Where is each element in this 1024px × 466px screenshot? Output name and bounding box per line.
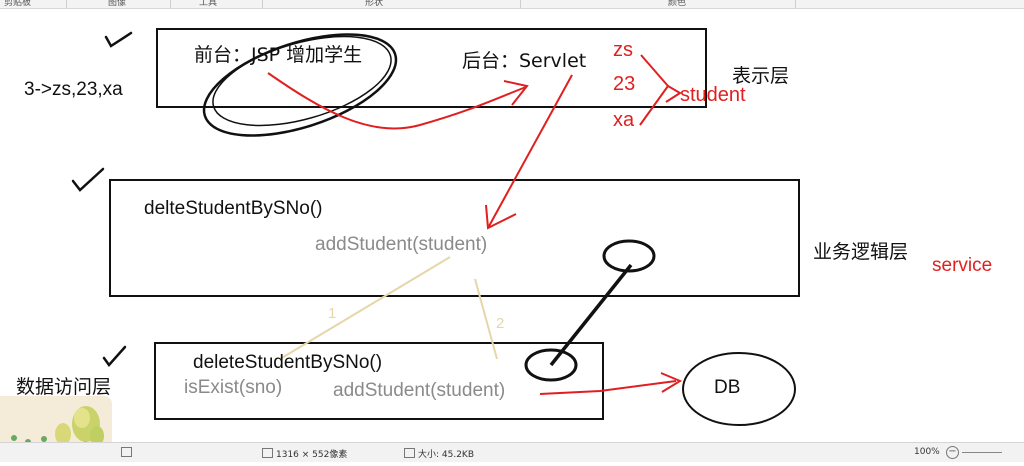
ribbon-group-tools[interactable]: 工具 (199, 0, 217, 8)
step-2-line (474, 278, 498, 360)
ribbon-separator (66, 0, 67, 8)
step-2-label: 2 (496, 315, 505, 332)
request-note: 3->zs,23,xa (24, 79, 123, 100)
ribbon-separator (520, 0, 521, 8)
file-size-text: 大小: 45.2KB (418, 450, 475, 460)
db-label: DB (714, 377, 741, 398)
dao-exist-method: isExist(sno) (184, 377, 283, 398)
params-brace (639, 54, 670, 126)
disk-icon (404, 448, 415, 458)
connector-line (549, 263, 633, 367)
ribbon-group-colors[interactable]: 颜色 (668, 0, 686, 8)
zoom-level: 100% (914, 447, 940, 457)
param-xa: xa (613, 109, 635, 131)
ribbon-group-image[interactable]: 图像 (108, 0, 126, 8)
status-bar: 1316 × 552像素 大小: 45.2KB 100% − (0, 442, 1024, 462)
backend-label: 后台：Servlet (462, 50, 587, 72)
ribbon-group-shapes[interactable]: 形状 (365, 0, 383, 8)
dao-layer-label: 数据访问层 (16, 376, 112, 398)
diagram-drawing (71, 28, 800, 426)
dimensions-icon (262, 448, 273, 458)
flow-arrow-jsp-servlet (267, 72, 527, 130)
ribbon-separator (262, 0, 263, 8)
service-layer-label: 业务逻辑层 (813, 241, 909, 263)
dao-delete-method: deleteStudentBySNo() (193, 352, 383, 373)
student-object-label: student (680, 84, 746, 106)
checkmark-icon (102, 345, 127, 368)
file-size: 大小: 45.2KB (404, 447, 474, 460)
ribbon-separator (170, 0, 171, 8)
image-dimensions: 1316 × 552像素 (262, 447, 347, 460)
arrowhead (503, 80, 529, 106)
frontend-label: 前台：JSP 增加学生 (194, 44, 363, 66)
ribbon-group-clipboard[interactable]: 剪贴板 (4, 0, 31, 8)
service-add-method: addStudent(student) (315, 234, 488, 255)
image-dimensions-text: 1316 × 552像素 (276, 450, 348, 460)
checkmark-icon (71, 167, 105, 192)
arrowhead (665, 85, 682, 103)
param-zs: zs (613, 39, 633, 61)
service-delete-method: delteStudentBySNo() (144, 198, 323, 219)
canvas-size-icon (121, 447, 135, 459)
ribbon-separator (795, 0, 796, 8)
zoom-out-button[interactable]: − (946, 446, 959, 459)
step-1-label: 1 (328, 305, 337, 322)
checkmark-icon (104, 31, 133, 48)
dao-add-method: addStudent(student) (333, 380, 506, 401)
zoom-slider[interactable] (962, 452, 1002, 453)
ribbon-toolbar: 剪贴板 图像 工具 形状 颜色 (0, 0, 1024, 9)
presentation-layer-label: 表示层 (732, 65, 790, 87)
service-english-label: service (932, 255, 993, 276)
param-23: 23 (613, 73, 636, 95)
paint-canvas[interactable]: 前台：JSP 增加学生 后台：Servlet zs 23 xa student … (0, 9, 1024, 442)
flow-arrow-dao-db (539, 380, 677, 395)
